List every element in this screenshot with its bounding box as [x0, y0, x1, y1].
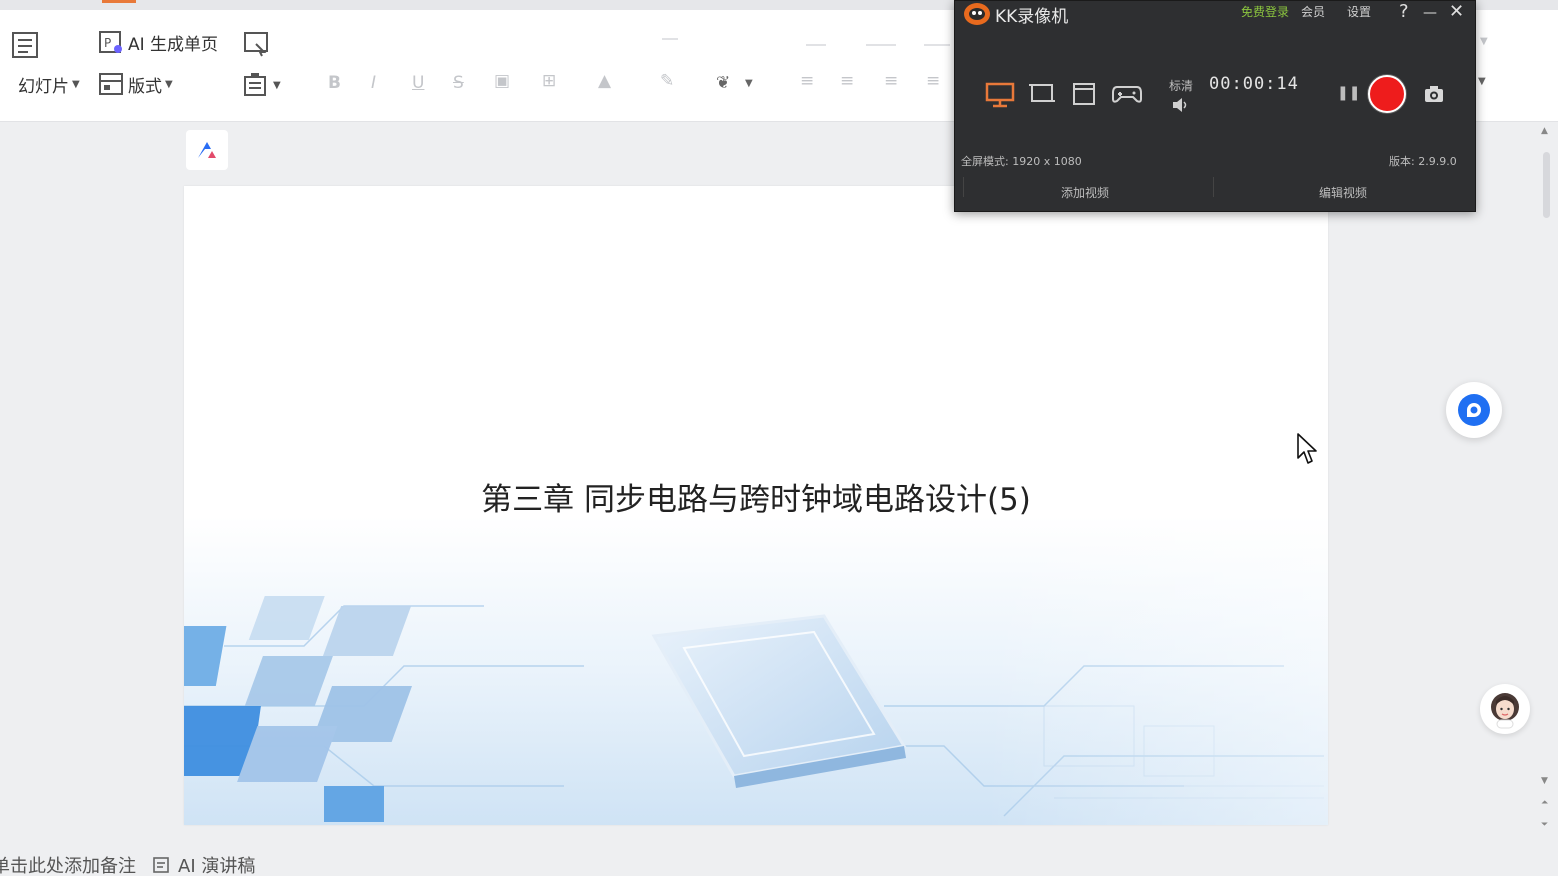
new-slide-button[interactable]: [10, 30, 42, 60]
clear-format-icon[interactable]: ❦: [716, 73, 730, 93]
chevron-down-icon[interactable]: ▼: [745, 78, 753, 89]
char-spacing-icon[interactable]: ⊞: [542, 71, 556, 91]
assistant-icon: [1458, 394, 1490, 426]
ai-script-label: AI 演讲稿: [178, 856, 256, 876]
avatar-icon: [1491, 693, 1519, 729]
template-button[interactable]: [242, 30, 270, 58]
ghost-divider: [806, 44, 826, 46]
slide-canvas[interactable]: 第三章 同步电路与跨时钟域电路设计(5): [184, 186, 1328, 825]
align-right-icon[interactable]: ≡: [884, 71, 898, 91]
svg-text:P: P: [104, 36, 111, 50]
fullscreen-mode-icon[interactable]: [985, 81, 1015, 109]
previous-slide-icon[interactable]: ⏶: [1541, 798, 1548, 808]
settings-link[interactable]: 设置: [1347, 3, 1371, 20]
window-mode-icon[interactable]: [1071, 81, 1097, 107]
capture-mode-info: 全屏模式: 1920 x 1080: [961, 155, 1082, 168]
slide-logo: [186, 130, 228, 170]
layout-label: 版式: [128, 76, 162, 97]
speaker-icon[interactable]: [1171, 97, 1189, 113]
slideshow-label: 幻灯片: [18, 77, 69, 97]
avatar[interactable]: [1480, 684, 1530, 734]
chevron-down-icon: ▼: [72, 79, 80, 90]
version-info: 版本: 2.9.9.0: [1389, 155, 1457, 168]
justify-icon[interactable]: ≡: [926, 71, 940, 91]
scrollbar-thumb[interactable]: [1543, 152, 1550, 218]
pause-icon[interactable]: ❚❚: [1337, 85, 1360, 101]
assistant-float-button[interactable]: [1446, 382, 1502, 438]
italic-icon[interactable]: I: [371, 73, 376, 93]
ai-script-button[interactable]: AI 演讲稿: [152, 852, 255, 876]
bold-icon[interactable]: B: [328, 73, 341, 93]
kk-recorder-window[interactable]: KK录像机 免费登录 会员 设置 ? — ✕ 标清 00:00:14 ❚❚ 全屏…: [954, 0, 1476, 212]
help-button[interactable]: ?: [1399, 1, 1409, 22]
underline-icon[interactable]: U: [412, 73, 424, 93]
ghost-divider: [866, 44, 896, 46]
align-center-icon[interactable]: ≡: [840, 71, 854, 91]
ai-script-icon: [153, 857, 169, 873]
close-button[interactable]: ✕: [1449, 1, 1464, 22]
strikethrough-icon[interactable]: S: [453, 73, 464, 93]
ghost-divider: [662, 38, 678, 40]
highlight-icon[interactable]: ✎: [660, 71, 674, 91]
minimize-button[interactable]: —: [1423, 5, 1437, 21]
new-slide-icon: [12, 32, 38, 58]
align-left-icon[interactable]: ≡: [800, 71, 814, 91]
recording-timer: 00:00:14: [1209, 74, 1299, 94]
region-mode-icon[interactable]: [1028, 81, 1056, 107]
vip-link[interactable]: 会员: [1301, 3, 1325, 20]
scroll-up-icon[interactable]: ▲: [1541, 126, 1548, 136]
quality-label[interactable]: 标清: [1169, 77, 1193, 94]
recorder-app-title: KK录像机: [995, 7, 1069, 27]
next-slide-icon[interactable]: ⏷: [1541, 820, 1548, 830]
footer-divider: [1213, 177, 1214, 197]
brand-logo-icon: [198, 142, 216, 158]
chevron-down-icon[interactable]: ▼: [1478, 76, 1486, 87]
slide-title[interactable]: 第三章 同步电路与跨时钟域电路设计(5): [184, 474, 1328, 519]
notes-placeholder[interactable]: 单击此处添加备注: [0, 852, 136, 876]
section-button[interactable]: ▼: [242, 72, 281, 98]
kk-logo-icon: [964, 3, 990, 25]
ghost-divider: [924, 44, 950, 46]
edit-video-button[interactable]: 编辑视频: [1319, 184, 1367, 201]
layout-button[interactable]: 版式 ▼: [98, 71, 173, 97]
template-icon: [244, 32, 268, 57]
record-button[interactable]: [1368, 75, 1406, 113]
scroll-down-icon[interactable]: ▼: [1541, 776, 1548, 786]
notes-bar: 单击此处添加备注 AI 演讲稿: [0, 854, 255, 876]
slideshow-button[interactable]: 幻灯片 ▼: [0, 72, 80, 97]
ai-single-page-button[interactable]: P AI 生成单页: [98, 29, 218, 55]
superscript-icon[interactable]: ▣: [494, 71, 510, 91]
chevron-down-icon[interactable]: ▼: [1480, 36, 1488, 47]
active-tab-indicator: [102, 0, 136, 3]
recorder-titlebar[interactable]: KK录像机 免费登录 会员 设置 ? — ✕: [955, 1, 1475, 27]
login-link[interactable]: 免费登录: [1241, 3, 1289, 20]
screenshot-camera-icon[interactable]: [1423, 84, 1445, 104]
mouse-cursor-icon: [1297, 433, 1317, 464]
game-mode-icon[interactable]: [1111, 81, 1143, 107]
vertical-scrollbar[interactable]: [1540, 122, 1554, 842]
footer-divider: [963, 177, 964, 197]
layout-icon: [99, 73, 123, 95]
chevron-down-icon: ▼: [165, 78, 173, 90]
ai-page-icon: P: [99, 31, 122, 53]
section-icon: [244, 73, 266, 96]
font-color-icon[interactable]: ▲: [598, 71, 611, 91]
add-video-button[interactable]: 添加视频: [1061, 184, 1109, 201]
ai-single-page-label: AI 生成单页: [128, 34, 219, 55]
chevron-down-icon: ▼: [273, 79, 281, 91]
